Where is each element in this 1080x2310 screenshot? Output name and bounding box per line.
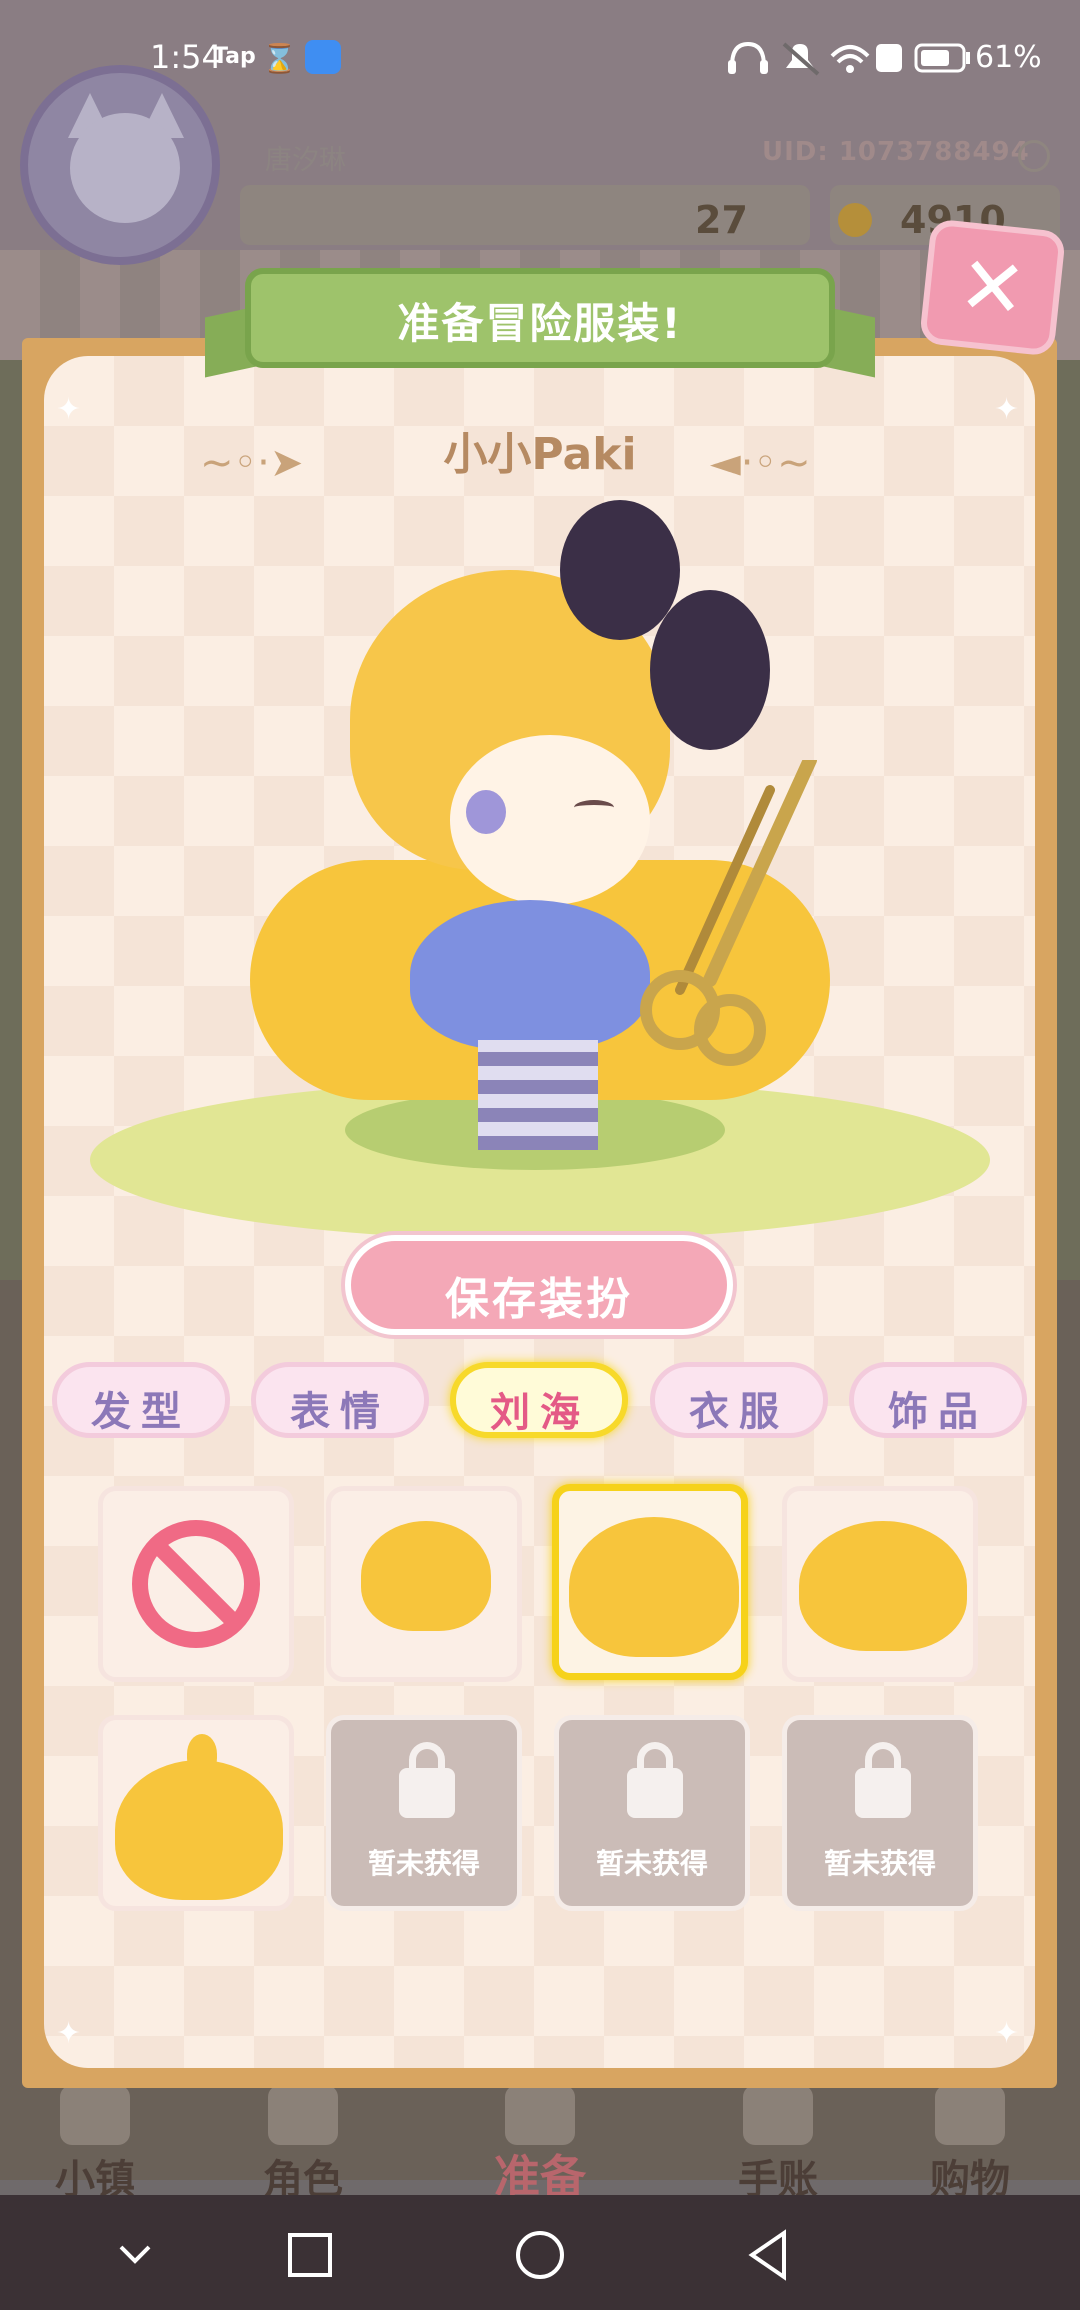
hair-tuft [187, 1734, 217, 1774]
notification-icon [876, 44, 902, 72]
bangs-tuft-icon [115, 1760, 283, 1900]
back-icon[interactable] [740, 2225, 800, 2285]
shopping-bag-icon [935, 2085, 1005, 2145]
nav-item-character[interactable]: 角色 [233, 2085, 373, 2203]
lock-body [855, 1768, 911, 1818]
bow-loop [650, 590, 770, 750]
close-button[interactable]: ✕ [918, 218, 1067, 357]
character-icon [268, 2085, 338, 2145]
home-icon[interactable] [510, 2225, 570, 2285]
system-nav-bar [0, 2195, 1080, 2310]
nav-item-prepare[interactable]: 准备 [470, 2085, 610, 2204]
item-bangs[interactable] [326, 1486, 522, 1682]
character-legs [478, 1040, 598, 1150]
status-bar: 1:54 Tap ⌛ 61% [0, 0, 1080, 110]
hair-bow [560, 500, 780, 780]
tap-app-tag: Tap [213, 44, 256, 69]
avatar-face [70, 113, 180, 223]
hourglass-icon: ⌛ [262, 42, 297, 75]
tab-label: 发型 [91, 1389, 191, 1435]
item-none[interactable] [98, 1486, 294, 1682]
locked-label: 暂未获得 [367, 1847, 480, 1880]
item-bangs-selected[interactable] [552, 1484, 748, 1680]
tab-expression[interactable]: 表情 [251, 1362, 429, 1438]
tab-label: 刘海 [490, 1390, 590, 1436]
item-bangs[interactable] [782, 1486, 978, 1682]
cloud-icon [305, 40, 341, 74]
bangs-short-icon [361, 1521, 491, 1631]
tab-label: 饰品 [888, 1389, 988, 1435]
sparkle-icon: ✦ [56, 2016, 82, 2051]
tab-label: 衣服 [689, 1389, 789, 1435]
scissors-icon [640, 760, 817, 1066]
bangs-full-icon [569, 1517, 739, 1657]
character-eye [466, 790, 506, 834]
close-icon: ✕ [954, 237, 1031, 338]
tab-hairstyle[interactable]: 发型 [52, 1362, 230, 1438]
flower-icon [505, 2085, 575, 2145]
bow-loop [560, 500, 680, 640]
uid-label: UID: 1073788494 [762, 137, 1030, 167]
collapse-icon[interactable] [105, 2225, 165, 2285]
headphones-icon [730, 41, 766, 67]
no-entry-icon [132, 1520, 260, 1648]
bottom-nav: 小镇 角色 准备 手账 购物 [0, 2085, 1080, 2204]
recent-apps-icon[interactable] [280, 2225, 340, 2285]
level-value: 27 [695, 198, 748, 242]
item-locked[interactable]: 暂未获得 [782, 1715, 978, 1911]
save-outfit-label: 保存装扮 [445, 1274, 633, 1325]
tab-accessories[interactable]: 饰品 [849, 1362, 1027, 1438]
lock-body [627, 1768, 683, 1818]
character-name: 小小Paki [443, 429, 637, 480]
tab-clothes[interactable]: 衣服 [650, 1362, 828, 1438]
copy-icon[interactable] [1018, 140, 1050, 172]
item-bangs[interactable] [98, 1715, 294, 1911]
tab-bangs[interactable]: 刘海 [450, 1362, 628, 1438]
map-icon [60, 2085, 130, 2145]
lock-body [399, 1768, 455, 1818]
character-wink [574, 800, 614, 815]
locked-label: 暂未获得 [595, 1847, 708, 1880]
book-icon [743, 2085, 813, 2145]
tab-label: 表情 [290, 1389, 390, 1435]
battery-percent: 61% [975, 40, 1042, 75]
ornament-right-icon: ◄·◦~ [710, 440, 811, 486]
nav-item-town[interactable]: 小镇 [25, 2085, 165, 2203]
save-outfit-button[interactable]: 保存装扮 [345, 1235, 733, 1335]
dialog-title-banner: 准备冒险服装! [205, 268, 875, 380]
character-dress [410, 900, 650, 1050]
sparkle-icon: ✦ [994, 2016, 1020, 2051]
nav-item-journal[interactable]: 手账 [708, 2085, 848, 2203]
nav-item-shop[interactable]: 购物 [900, 2085, 1040, 2203]
dialog-title: 准备冒险服装! [397, 299, 683, 348]
bangs-side-icon [799, 1521, 967, 1651]
username: 唐汐琳 [265, 145, 346, 176]
coin-icon [838, 203, 872, 237]
locked-label: 暂未获得 [823, 1847, 936, 1880]
item-locked[interactable]: 暂未获得 [554, 1715, 750, 1911]
clock: 1:54 [150, 38, 222, 76]
item-locked[interactable]: 暂未获得 [326, 1715, 522, 1911]
